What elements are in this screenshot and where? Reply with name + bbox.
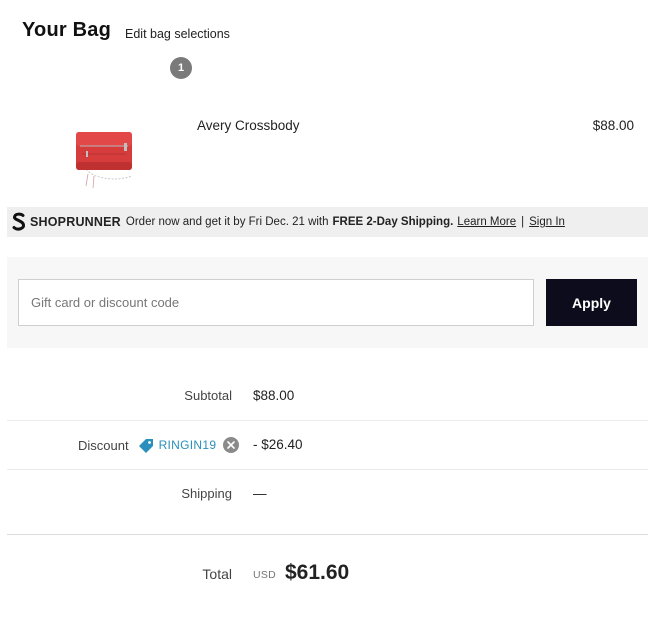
shoprunner-logo-icon <box>11 211 27 233</box>
subtotal-label: Subtotal <box>184 388 232 403</box>
shoprunner-brand: SHOPRUNNER <box>30 215 121 229</box>
shipping-value: — <box>253 486 267 501</box>
subtotal-value: $88.00 <box>253 388 295 403</box>
discount-value: - $26.40 <box>253 437 303 452</box>
discount-label-group: Discount RINGIN19 <box>78 421 240 469</box>
discount-code-input[interactable] <box>18 279 534 326</box>
shoprunner-message: Order now and get it by Fri Dec. 21 with <box>125 216 329 228</box>
page-title: Your Bag <box>22 19 112 41</box>
shipping-row: Shipping — <box>7 470 648 519</box>
product-name[interactable]: Avery Crossbody <box>197 118 300 133</box>
discount-label: Discount <box>78 437 129 453</box>
total-currency: USD <box>253 569 277 581</box>
discount-row: Discount RINGIN19 - $26.40 <box>7 421 648 470</box>
total-label: Total <box>202 566 232 582</box>
subtotal-row: Subtotal $88.00 <box>7 372 648 421</box>
discount-code: RINGIN19 <box>158 438 217 452</box>
price-tag-icon <box>138 437 155 454</box>
shoprunner-separator: | <box>521 216 525 228</box>
shoprunner-highlight: FREE 2-Day Shipping. <box>332 216 454 228</box>
shipping-label: Shipping <box>181 486 232 501</box>
red-crossbody-bag-image <box>76 132 133 189</box>
shoprunner-sign-in-link[interactable]: Sign In <box>529 216 565 228</box>
item-count-badge: 1 <box>170 57 192 79</box>
product-image[interactable] <box>66 116 146 190</box>
apply-button[interactable]: Apply <box>546 279 637 326</box>
total-value: $61.60 <box>285 561 350 584</box>
shoprunner-banner: SHOPRUNNER Order now and get it by Fri D… <box>7 207 648 237</box>
remove-discount-icon[interactable] <box>223 437 240 453</box>
shopping-bag-page: Your Bag Edit bag selections 1 Avery Cro… <box>0 0 660 638</box>
discount-code-panel: Apply <box>7 257 648 348</box>
shoprunner-learn-more-link[interactable]: Learn More <box>457 216 516 228</box>
product-price: $88.00 <box>592 118 634 133</box>
edit-bag-selections-link[interactable]: Edit bag selections <box>125 27 230 41</box>
total-divider <box>7 534 648 535</box>
